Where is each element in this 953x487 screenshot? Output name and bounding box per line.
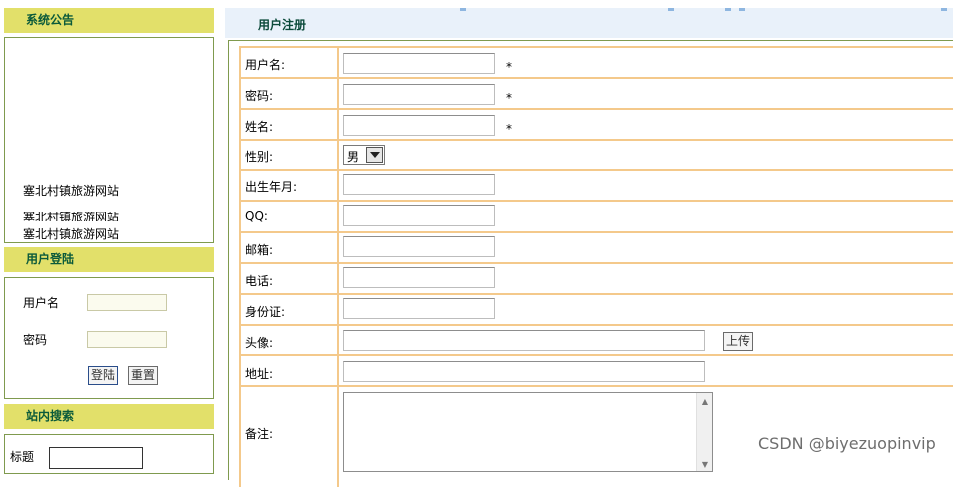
login-password-label: 密码 bbox=[23, 333, 48, 347]
login-username-input[interactable] bbox=[87, 294, 167, 311]
remark-label: 备注: bbox=[245, 427, 274, 441]
search-title-input[interactable] bbox=[49, 447, 143, 469]
notice-item-text: 塞北村镇旅游网站 bbox=[23, 212, 120, 221]
row-label-cell: 密码: bbox=[239, 79, 339, 108]
row-label-cell: 姓名: bbox=[239, 110, 339, 139]
row-qq: QQ: bbox=[239, 202, 953, 233]
scroll-down-icon[interactable]: ▼ bbox=[702, 460, 708, 469]
birth-label: 出生年月: bbox=[245, 180, 298, 194]
row-email: 邮箱: bbox=[239, 233, 953, 264]
row-avatar: 头像: 上传 bbox=[239, 326, 953, 356]
birth-input[interactable] bbox=[343, 174, 495, 195]
remark-textarea[interactable]: ▲ ▼ bbox=[343, 392, 713, 472]
row-address: 地址: bbox=[239, 356, 953, 387]
gender-select[interactable]: 男 bbox=[343, 145, 385, 165]
gender-label: 性别: bbox=[245, 150, 274, 164]
row-label-cell: 身份证: bbox=[239, 295, 339, 324]
notice-item[interactable]: 塞北村镇旅游网站 bbox=[23, 182, 119, 199]
notice-item-partial[interactable]: 塞北村镇旅游网站 bbox=[23, 212, 119, 221]
name-label: 姓名: bbox=[245, 120, 274, 134]
login-username-label: 用户名 bbox=[23, 296, 60, 310]
row-label-cell: 出生年月: bbox=[239, 171, 339, 200]
header-tick bbox=[725, 8, 731, 11]
idcard-input[interactable] bbox=[343, 298, 495, 319]
search-panel-title: 站内搜索 bbox=[4, 404, 214, 429]
idcard-label: 身份证: bbox=[245, 305, 286, 319]
watermark: CSDN @biyezuopinvip bbox=[758, 434, 936, 453]
header-tick bbox=[460, 8, 466, 11]
phone-input[interactable] bbox=[343, 267, 495, 288]
gender-select-value: 男 bbox=[347, 150, 360, 164]
header-tick bbox=[941, 8, 947, 11]
address-label: 地址: bbox=[245, 367, 274, 381]
address-input[interactable] bbox=[343, 361, 705, 382]
notice-item[interactable]: 塞北村镇旅游网站 bbox=[23, 225, 119, 242]
email-input[interactable] bbox=[343, 236, 495, 257]
password-input[interactable] bbox=[343, 84, 495, 105]
login-panel-title: 用户登陆 bbox=[4, 247, 214, 272]
search-panel: 标题 bbox=[4, 434, 214, 474]
login-panel: 用户名 密码 登陆 重置 bbox=[4, 277, 214, 399]
row-label-cell: 电话: bbox=[239, 264, 339, 293]
email-label: 邮箱: bbox=[245, 243, 274, 257]
header-tick bbox=[668, 8, 674, 11]
row-label-cell: 头像: bbox=[239, 326, 339, 354]
row-birth: 出生年月: bbox=[239, 171, 953, 202]
row-username: 用户名: * bbox=[239, 48, 953, 79]
avatar-input[interactable] bbox=[343, 330, 705, 351]
register-header: 用户注册 bbox=[225, 8, 953, 38]
login-reset-button[interactable]: 重置 bbox=[128, 366, 159, 385]
username-input[interactable] bbox=[343, 53, 495, 74]
qq-input[interactable] bbox=[343, 205, 495, 226]
textarea-scrollbar[interactable]: ▲ ▼ bbox=[696, 393, 712, 471]
qq-label: QQ: bbox=[245, 209, 268, 223]
avatar-label: 头像: bbox=[245, 336, 274, 350]
required-mark: * bbox=[506, 122, 512, 136]
row-label-cell: 性别: bbox=[239, 141, 339, 169]
row-label-cell: 地址: bbox=[239, 356, 339, 385]
chevron-down-icon[interactable] bbox=[366, 147, 383, 163]
password-label: 密码: bbox=[245, 89, 274, 103]
row-phone: 电话: bbox=[239, 264, 953, 295]
row-gender: 性别: 男 bbox=[239, 141, 953, 171]
name-input[interactable] bbox=[343, 115, 495, 136]
login-button[interactable]: 登陆 bbox=[88, 366, 119, 385]
row-label-cell: QQ: bbox=[239, 202, 339, 231]
row-idcard: 身份证: bbox=[239, 295, 953, 326]
row-password: 密码: * bbox=[239, 79, 953, 110]
row-label-cell: 邮箱: bbox=[239, 233, 339, 262]
register-title: 用户注册 bbox=[258, 18, 307, 32]
required-mark: * bbox=[506, 60, 512, 74]
header-tick bbox=[739, 8, 745, 11]
scroll-up-icon[interactable]: ▲ bbox=[702, 397, 708, 406]
phone-label: 电话: bbox=[245, 274, 274, 288]
row-label-cell: 用户名: bbox=[239, 48, 339, 77]
upload-button[interactable]: 上传 bbox=[723, 332, 754, 351]
username-label: 用户名: bbox=[245, 58, 286, 72]
row-name: 姓名: * bbox=[239, 110, 953, 141]
row-label-cell: 备注: bbox=[239, 387, 339, 487]
required-mark: * bbox=[506, 91, 512, 105]
search-title-label: 标题 bbox=[10, 450, 35, 464]
login-password-input[interactable] bbox=[87, 331, 167, 348]
notice-panel: 塞北村镇旅游网站 塞北村镇旅游网站 塞北村镇旅游网站 bbox=[4, 37, 214, 243]
notice-panel-title: 系统公告 bbox=[4, 8, 214, 33]
